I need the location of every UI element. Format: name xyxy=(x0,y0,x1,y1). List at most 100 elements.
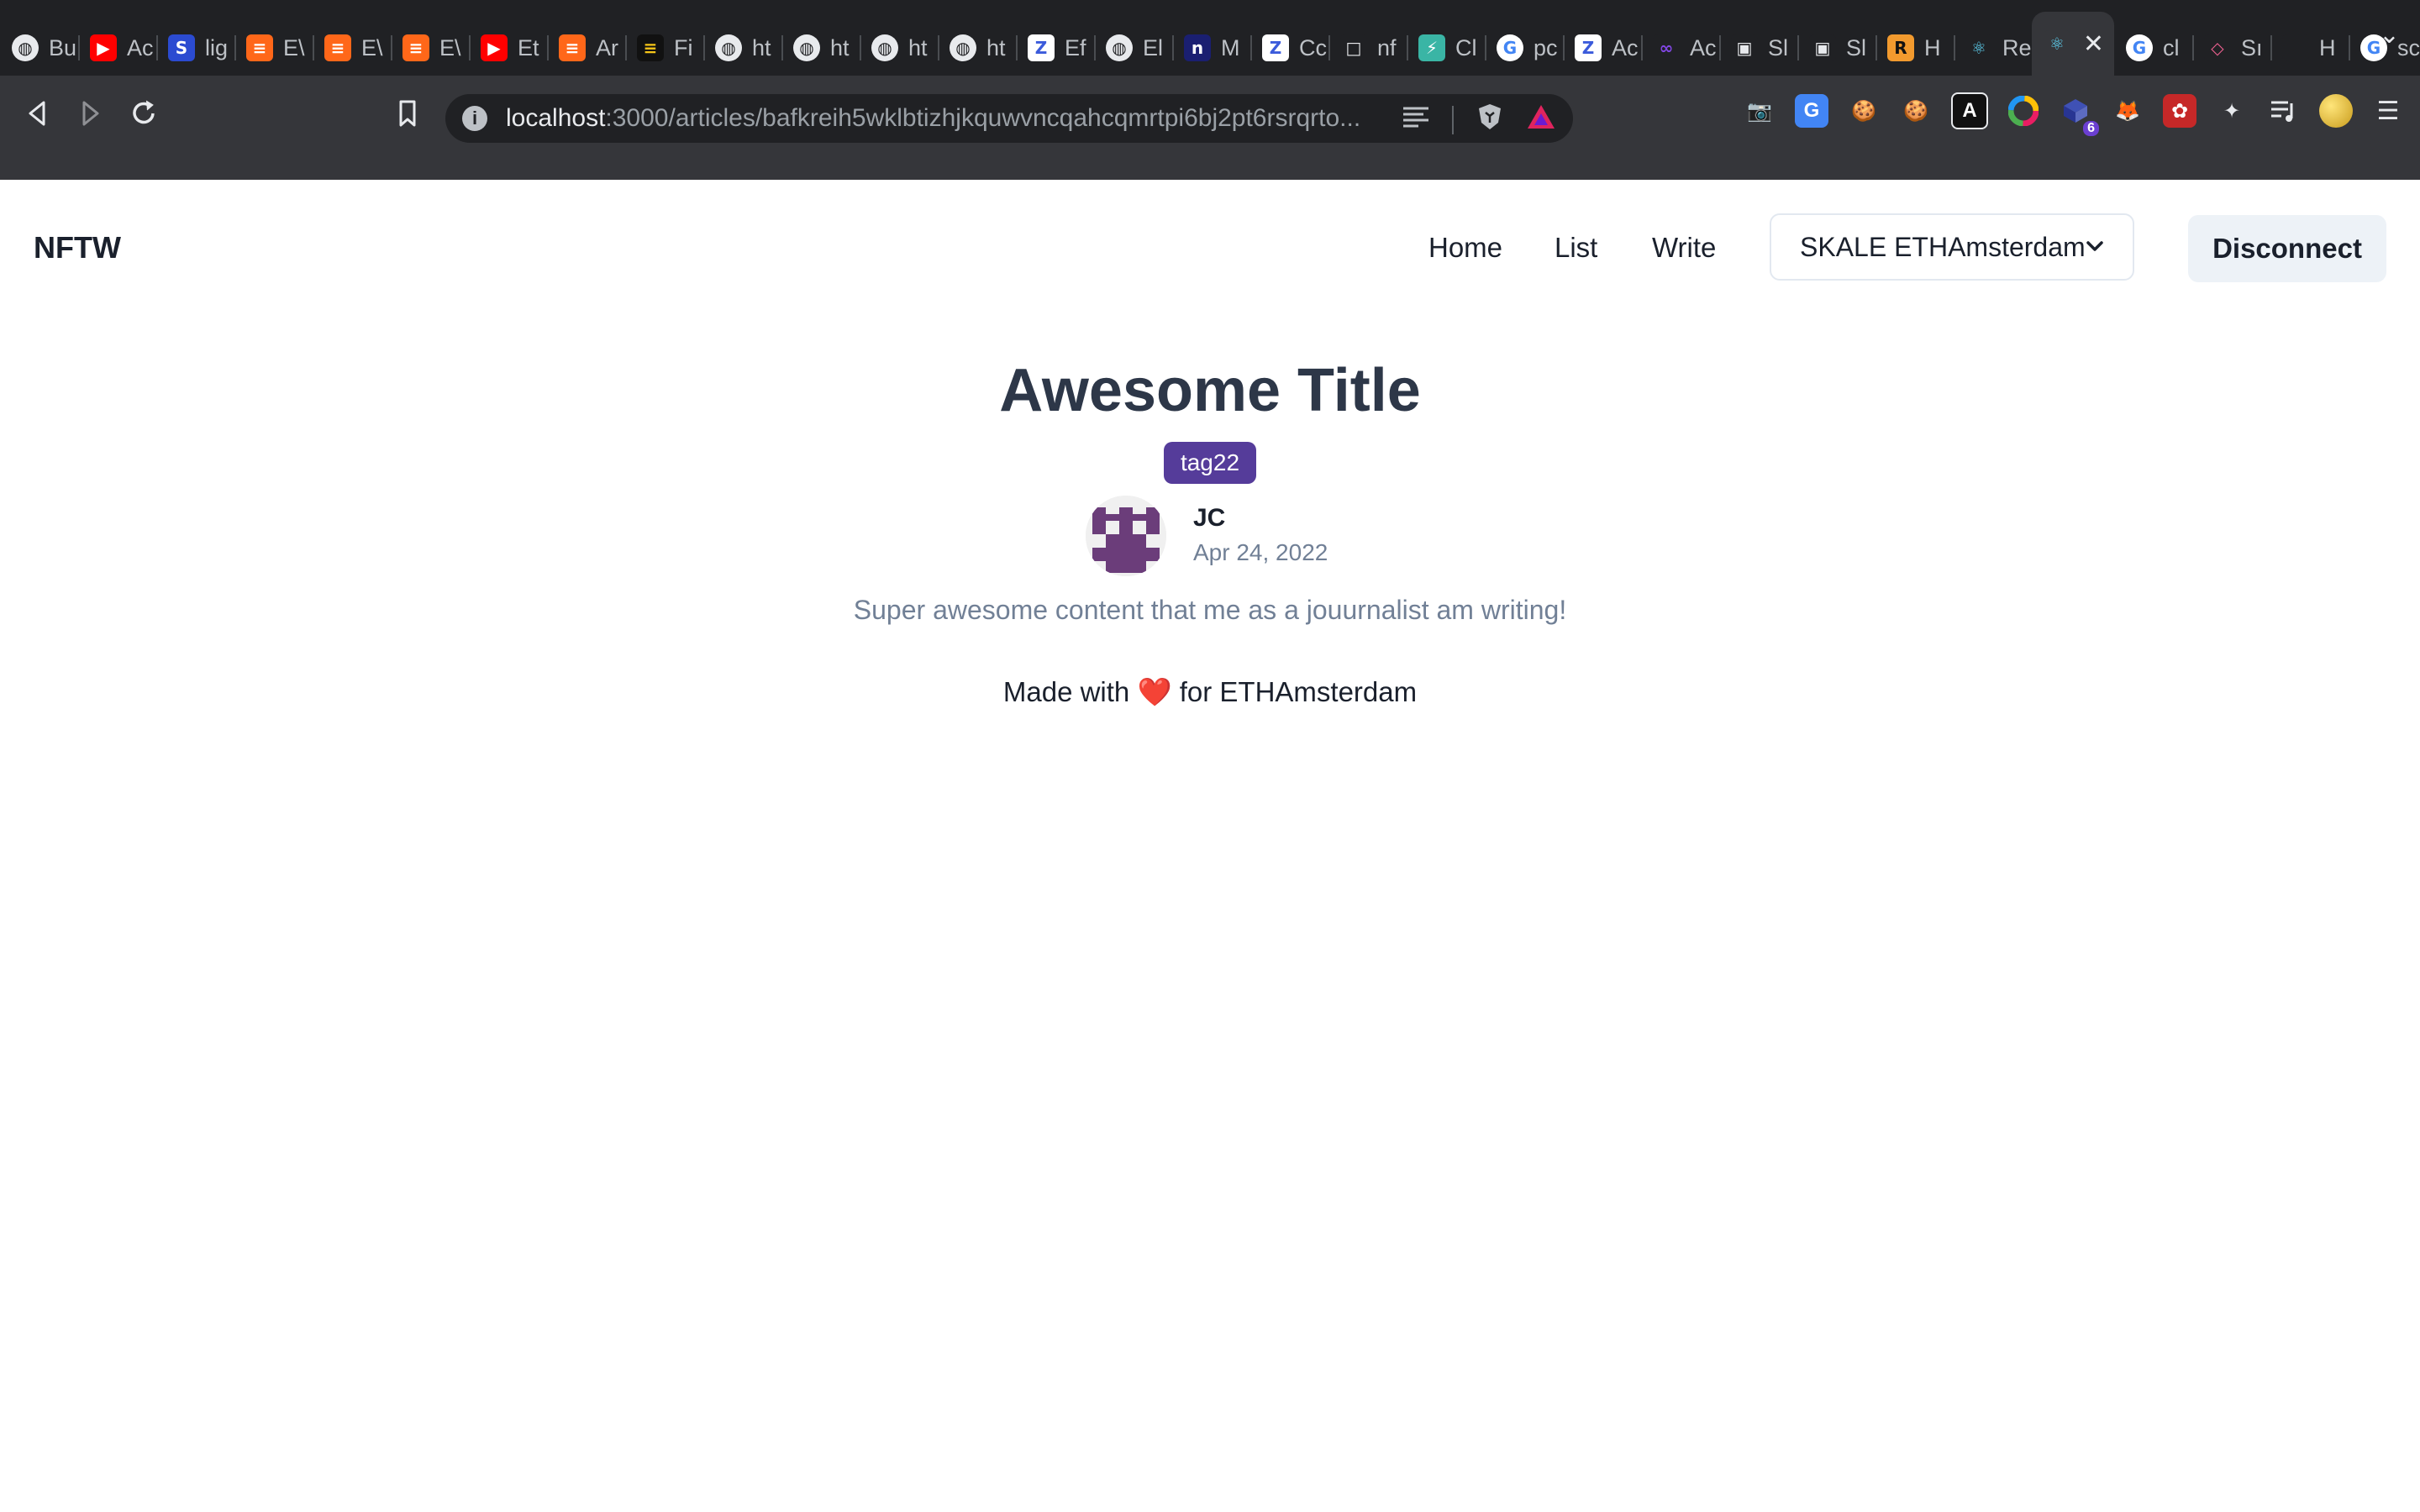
tab[interactable]: □ nf xyxy=(1328,20,1407,76)
tab-title: Sı xyxy=(2241,34,2263,60)
tab-title: ht xyxy=(986,34,1006,60)
omnibox-divider xyxy=(1452,106,1454,134)
tab[interactable]: ◍ ht xyxy=(703,20,781,76)
tab-close-icon[interactable]: ✕ xyxy=(2083,29,2104,59)
network-select[interactable]: SKALE ETHAmsterdam xyxy=(1770,213,2134,281)
tab-favicon-icon: ≡ xyxy=(402,34,429,61)
article-title: Awesome Title xyxy=(999,357,1421,424)
footer-prefix: Made with xyxy=(1002,676,1130,707)
color-wheel-icon[interactable] xyxy=(2007,94,2040,128)
tab-favicon-icon: ◍ xyxy=(950,34,976,61)
tab-title: El xyxy=(1143,34,1164,60)
back-icon[interactable] xyxy=(17,92,59,134)
tab-active[interactable]: ⚛ ✕ xyxy=(2032,12,2114,76)
tab-title: cl xyxy=(2163,34,2180,60)
tab-title: Et xyxy=(518,34,539,60)
tab-favicon-icon: n xyxy=(1184,34,1211,61)
tab-favicon-icon: ≡ xyxy=(559,34,586,61)
browser-toolbar: i localhost:3000/articles/bafkreih5wklbt… xyxy=(0,76,2420,230)
network-select-value: SKALE ETHAmsterdam xyxy=(1800,231,2086,262)
tab[interactable]: nM xyxy=(1172,20,1250,76)
a-extension-icon[interactable]: A xyxy=(1951,92,1988,129)
tab[interactable]: ≡ E\ xyxy=(391,20,469,76)
metamask-fox-icon[interactable]: 🦊 xyxy=(2111,94,2144,128)
browser-tab-strip: ◍ Bu ▶ Ac Slig ≡ E\ ≡ E\ ≡ E\ ▶ Et ≡ Ar ≡ Fi ◍ ht ◍ ht ◍ ht ◍ ht… xyxy=(0,0,2420,76)
tab[interactable]: Z Ac xyxy=(1563,20,1641,76)
url-text[interactable]: localhost:3000/articles/bafkreih5wklbtiz… xyxy=(506,104,1360,133)
tab[interactable]: Gcl xyxy=(2114,20,2192,76)
media-queue-icon[interactable] xyxy=(2267,94,2301,128)
tab-favicon-icon: ◍ xyxy=(12,34,39,61)
menu-icon[interactable]: ☰ xyxy=(2371,94,2405,128)
site-info-icon[interactable]: i xyxy=(462,106,487,131)
tab-favicon-icon: R xyxy=(1887,34,1914,61)
tab[interactable]: Slig xyxy=(156,20,234,76)
nav-link-home[interactable]: Home xyxy=(1428,232,1502,264)
brave-rewards-icon[interactable] xyxy=(1526,103,1556,137)
google-translate-icon[interactable]: G xyxy=(1795,94,1828,128)
tab[interactable]: ▣ Sl xyxy=(1719,20,1797,76)
tab-title: Re xyxy=(2002,34,2032,60)
tab-favicon-icon: ⚛ xyxy=(2044,30,2070,57)
tab-search-icon[interactable]: ⌄ xyxy=(2379,20,2400,50)
tab-favicon-icon: G xyxy=(1497,34,1523,61)
camera-icon[interactable]: 📷 xyxy=(1743,94,1776,128)
tab[interactable]: ◍ ht xyxy=(860,20,938,76)
tab[interactable]: ▣ Sl xyxy=(1797,20,1876,76)
tab[interactable]: ≡ E\ xyxy=(313,20,391,76)
red-extension-icon[interactable]: ✿ xyxy=(2163,94,2196,128)
page-footer: Made with ❤️ for ETHAmsterdam xyxy=(0,675,2420,709)
profile-avatar[interactable] xyxy=(2319,94,2353,128)
tab-favicon-icon: ◍ xyxy=(1106,34,1133,61)
tab-title: E\ xyxy=(283,34,305,60)
tab[interactable]: ▶ Ac xyxy=(78,20,156,76)
tab[interactable]: ◍ Bu xyxy=(0,20,78,76)
tab-favicon-icon: ▣ xyxy=(1809,34,1836,61)
tab[interactable]: ≡ Fi xyxy=(625,20,703,76)
tab-favicon-icon: ∞ xyxy=(1653,34,1680,61)
tab-favicon-icon: ▶ xyxy=(481,34,508,61)
tab[interactable]: ≡ Ar xyxy=(547,20,625,76)
tab-list: ◍ Bu ▶ Ac Slig ≡ E\ ≡ E\ ≡ E\ ▶ Et ≡ Ar ≡ Fi ◍ ht ◍ ht ◍ ht ◍ ht… xyxy=(0,0,2420,76)
tab-title: pc xyxy=(1534,34,1558,60)
tab-title: ht xyxy=(752,34,771,60)
tab-title: H xyxy=(1924,34,1941,60)
tab[interactable]: ▶ Et xyxy=(469,20,547,76)
nav-link-write[interactable]: Write xyxy=(1652,232,1716,264)
tab[interactable]: ⚡ Cl xyxy=(1407,20,1485,76)
tab-title: Sl xyxy=(1768,34,1789,60)
identicon-icon xyxy=(1086,496,1166,576)
reader-mode-icon[interactable] xyxy=(1402,104,1430,136)
site-logo[interactable]: NFTW xyxy=(34,230,121,265)
disconnect-button[interactable]: Disconnect xyxy=(2188,215,2386,282)
tab-title: Cc xyxy=(1299,34,1327,60)
tab[interactable]: ⚛ Re xyxy=(1954,20,2032,76)
tab-title: Ac xyxy=(1612,34,1639,60)
tab[interactable]: ◍ ht xyxy=(938,20,1016,76)
tab[interactable]: ◇ Sı xyxy=(2192,20,2270,76)
tab[interactable]: ∞ Ac xyxy=(1641,20,1719,76)
bookmark-icon[interactable] xyxy=(387,92,429,134)
reload-icon[interactable] xyxy=(123,92,165,134)
puzzle-extensions-icon[interactable]: ✦ xyxy=(2215,94,2249,128)
cube-extension-icon[interactable]: 6 xyxy=(2059,94,2099,136)
tab[interactable]: ≡ E\ xyxy=(234,20,313,76)
brave-shields-icon[interactable] xyxy=(1476,102,1504,138)
author-avatar xyxy=(1086,496,1166,576)
tab[interactable]: Z Ef xyxy=(1016,20,1094,76)
forward-icon[interactable] xyxy=(69,92,111,134)
tab[interactable]: Z Cc xyxy=(1250,20,1328,76)
address-bar[interactable]: i localhost:3000/articles/bafkreih5wklbt… xyxy=(445,94,1573,143)
tab[interactable]: H xyxy=(2270,20,2349,76)
nav-link-list[interactable]: List xyxy=(1555,232,1597,264)
tab[interactable]: Gpc xyxy=(1485,20,1563,76)
tab-favicon-icon xyxy=(2282,34,2309,61)
cookie-editor-icon[interactable]: 🍪 xyxy=(1899,94,1933,128)
tab-title: ht xyxy=(908,34,928,60)
tab[interactable]: ◍ El xyxy=(1094,20,1172,76)
cookie-icon[interactable]: 🍪 xyxy=(1847,94,1881,128)
tab-title: Bu xyxy=(49,34,77,60)
tab[interactable]: ◍ ht xyxy=(781,20,860,76)
tab[interactable]: RH xyxy=(1876,20,1954,76)
tab-title: lig xyxy=(205,34,229,60)
